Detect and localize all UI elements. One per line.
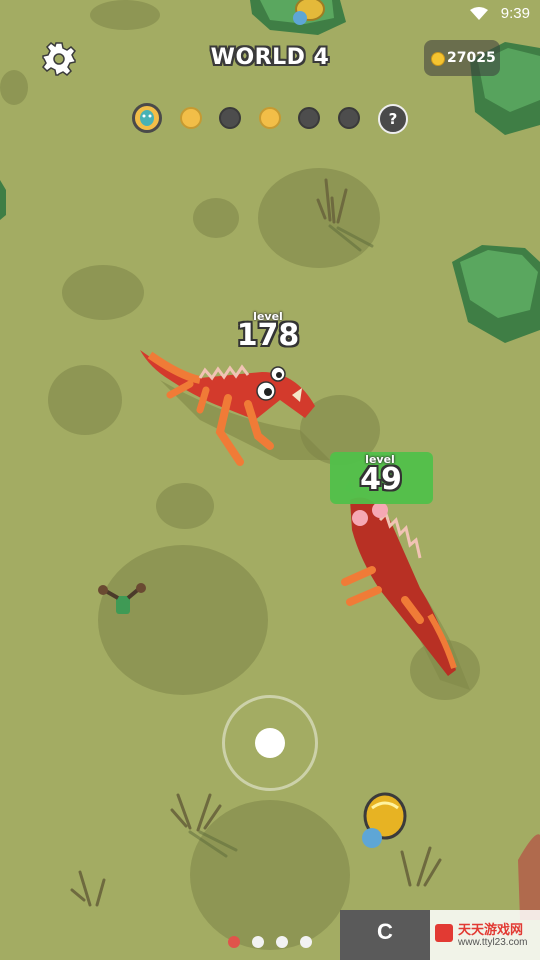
joystick-knob[interactable] [255, 728, 285, 758]
coin-icon [431, 52, 445, 66]
bush-left-edge [0, 180, 6, 220]
game-world[interactable] [0, 0, 540, 960]
progress-dot [219, 107, 241, 129]
home-icon [435, 924, 453, 942]
progress-unknown-dot: ? [378, 104, 408, 134]
progress-current-dino-icon [132, 103, 162, 133]
coin-counter: 27025 [424, 40, 500, 76]
page-indicator-dot[interactable] [276, 936, 288, 948]
watermark-logo: C [340, 910, 430, 960]
plant-creature [98, 583, 146, 614]
progress-dot [338, 107, 360, 129]
wifi-icon [470, 7, 488, 20]
progress-dot [298, 107, 320, 129]
scenery [0, 0, 540, 920]
player-dinosaur [341, 480, 457, 676]
progress-dot [259, 107, 281, 129]
coin-value: 27025 [447, 50, 496, 66]
status-time: 9:39 [500, 5, 530, 22]
watermark: C 天天游戏网 www.ttyl23.com [340, 910, 540, 960]
bush-right [452, 245, 540, 343]
page-indicator-dot-active[interactable] [228, 936, 240, 948]
status-bar: 9:39 [0, 0, 540, 28]
page-indicator-dot[interactable] [252, 936, 264, 948]
progress-dot [180, 107, 202, 129]
page-indicator-dot[interactable] [300, 936, 312, 948]
watermark-url: www.ttyl23.com [458, 937, 528, 948]
watermark-site-name: 天天游戏网 [458, 922, 524, 937]
player-level-value: 49 [360, 462, 402, 497]
egg-pickup [362, 792, 407, 848]
enemy-level-value: 178 [236, 318, 300, 353]
